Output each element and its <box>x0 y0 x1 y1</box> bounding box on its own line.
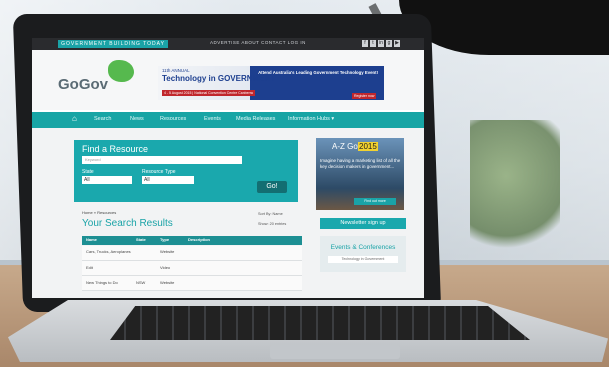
table-row[interactable] <box>82 261 302 276</box>
google-plus-icon[interactable]: g <box>386 40 392 47</box>
show-entries-select[interactable]: Show: 20 entries <box>258 222 286 226</box>
ad-find-out-more-button[interactable]: Find out more <box>354 198 396 205</box>
banner-register-button[interactable]: Register now <box>352 93 377 99</box>
events-item[interactable]: Technology in Government <box>328 256 398 263</box>
row-type: Video <box>160 265 171 270</box>
column-header-description[interactable]: Description <box>188 237 210 242</box>
australia-map-icon <box>108 60 134 82</box>
events-title: Events & Conferences <box>330 244 396 251</box>
twitter-icon[interactable]: t <box>370 40 376 47</box>
nav-item-news[interactable]: News <box>130 116 144 122</box>
find-resource-title: Find a Resource <box>82 144 149 154</box>
ad-text: Imagine having a marketing list of all t… <box>320 158 401 169</box>
main-nav <box>32 112 424 128</box>
nav-item-resources[interactable]: Resources <box>160 116 186 122</box>
go-button[interactable]: Go! <box>257 181 287 193</box>
banner-date: 4 - 5 August 2015 | National Convention … <box>162 90 255 96</box>
site-tagline: GOVERNMENT BUILDING TODAY <box>58 40 168 48</box>
laptop-screen: GOVERNMENT BUILDING TODAY ADVERTISE ABOU… <box>32 38 424 298</box>
home-icon[interactable]: ⌂ <box>72 115 80 123</box>
laptop-touchpad <box>270 345 400 359</box>
column-header-type[interactable]: Type <box>160 237 169 242</box>
site-logo[interactable]: GoGov <box>58 76 108 93</box>
breadcrumb[interactable]: Home » Resources <box>82 210 116 215</box>
sort-by-select[interactable]: Sort By: Name <box>258 212 283 216</box>
banner-headline: Attend Australia's Leading Government Te… <box>258 70 378 75</box>
row-type: Website <box>160 280 175 285</box>
nav-item-search[interactable]: Search <box>94 116 111 122</box>
background-plant <box>470 120 560 260</box>
resource-type-select[interactable]: All <box>142 176 194 184</box>
banner-line1: 11th ANNUAL <box>162 68 190 73</box>
column-header-state[interactable]: State <box>136 237 146 242</box>
row-state: NSW <box>136 280 146 285</box>
nav-item-media-releases[interactable]: Media Releases <box>236 116 275 122</box>
nav-item-events[interactable]: Events <box>204 116 221 122</box>
keyword-input[interactable]: Keyword <box>82 156 242 164</box>
row-type: Website <box>160 249 175 254</box>
youtube-icon[interactable]: ▶ <box>394 40 400 47</box>
linkedin-icon[interactable]: in <box>378 40 384 47</box>
top-links[interactable]: ADVERTISE ABOUT CONTACT LOG IN <box>210 40 306 45</box>
nav-item-information-hubs[interactable]: Information Hubs ▾ <box>288 116 334 122</box>
ad-logo-year: 2015 <box>358 142 378 151</box>
state-label: State <box>82 169 94 175</box>
column-header-name[interactable]: Name <box>86 237 97 242</box>
row-name[interactable]: Cars, Trucks, Aeroplanes <box>86 249 131 254</box>
resource-type-label: Resource Type <box>142 169 176 175</box>
newsletter-signup-button[interactable]: Newsletter sign up <box>320 218 406 229</box>
facebook-icon[interactable]: f <box>362 40 368 47</box>
row-name[interactable]: New Things to Do <box>86 280 118 285</box>
row-name[interactable]: Edit <box>86 265 93 270</box>
laptop-keyboard <box>110 306 530 340</box>
state-select[interactable]: All <box>82 176 132 184</box>
results-title: Your Search Results <box>82 218 173 229</box>
events-panel <box>320 236 406 272</box>
